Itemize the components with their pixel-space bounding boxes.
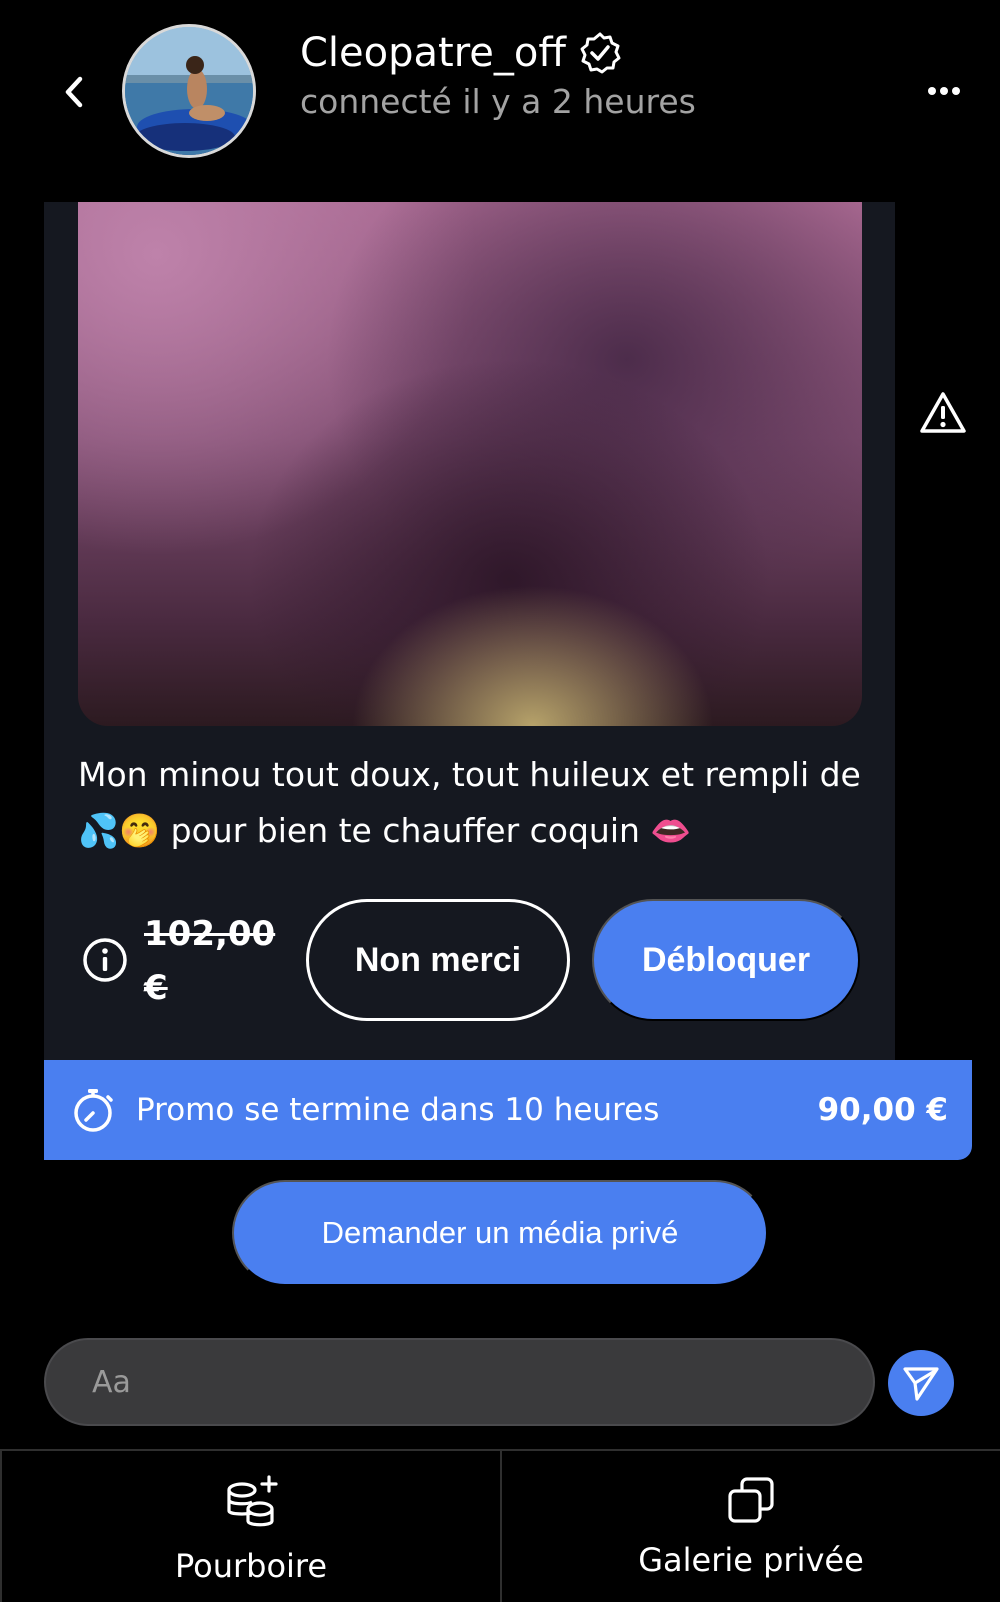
report-button[interactable] — [918, 390, 968, 436]
message-input-wrapper — [44, 1338, 875, 1426]
promo-price: 90,00 € — [817, 1092, 948, 1128]
info-icon — [83, 938, 127, 982]
request-private-media-button[interactable]: Demander un média privé — [232, 1180, 768, 1286]
gallery-icon — [728, 1477, 774, 1523]
info-button[interactable] — [82, 937, 128, 983]
tip-label: Pourboire — [174, 1547, 328, 1585]
private-gallery-tab[interactable]: Galerie privée — [500, 1451, 1000, 1602]
promo-banner: Promo se termine dans 10 heures 90,00 € — [44, 1060, 972, 1160]
send-icon — [903, 1367, 939, 1401]
online-status: connecté il y a 2 heures — [300, 82, 696, 121]
warning-icon — [920, 392, 966, 433]
tip-tab[interactable]: Pourboire — [0, 1451, 500, 1602]
verified-badge-icon — [580, 32, 621, 74]
blurred-media-preview[interactable] — [78, 202, 862, 726]
decline-button[interactable]: Non merci — [306, 899, 570, 1021]
bottom-actions-bar: Pourboire Galerie privée — [0, 1449, 1000, 1602]
username-text: Cleopatre_off — [300, 30, 566, 76]
username[interactable]: Cleopatre_off — [300, 30, 622, 76]
more-options-icon — [928, 87, 960, 95]
message-caption: Mon minou tout doux, tout huileux et rem… — [78, 755, 861, 850]
stopwatch-icon — [74, 1089, 113, 1132]
gallery-label: Galerie privée — [638, 1541, 864, 1579]
avatar-photo — [125, 27, 253, 155]
original-price: 102,00 € — [144, 914, 276, 1008]
more-options-button[interactable] — [922, 76, 966, 106]
unlock-button[interactable]: Débloquer — [592, 899, 860, 1021]
message-input[interactable] — [46, 1340, 873, 1424]
avatar[interactable] — [122, 24, 256, 158]
chat-header: Cleopatre_off connecté il y a 2 heures — [0, 0, 1000, 195]
send-button[interactable] — [888, 1350, 954, 1416]
paid-media-message: Mon minou tout doux, tout huileux et rem… — [44, 202, 895, 1060]
back-button[interactable] — [58, 72, 90, 112]
promo-text: Promo se termine dans 10 heures — [136, 1092, 660, 1128]
back-arrow-icon — [65, 76, 83, 108]
coins-plus-icon — [227, 1475, 278, 1527]
